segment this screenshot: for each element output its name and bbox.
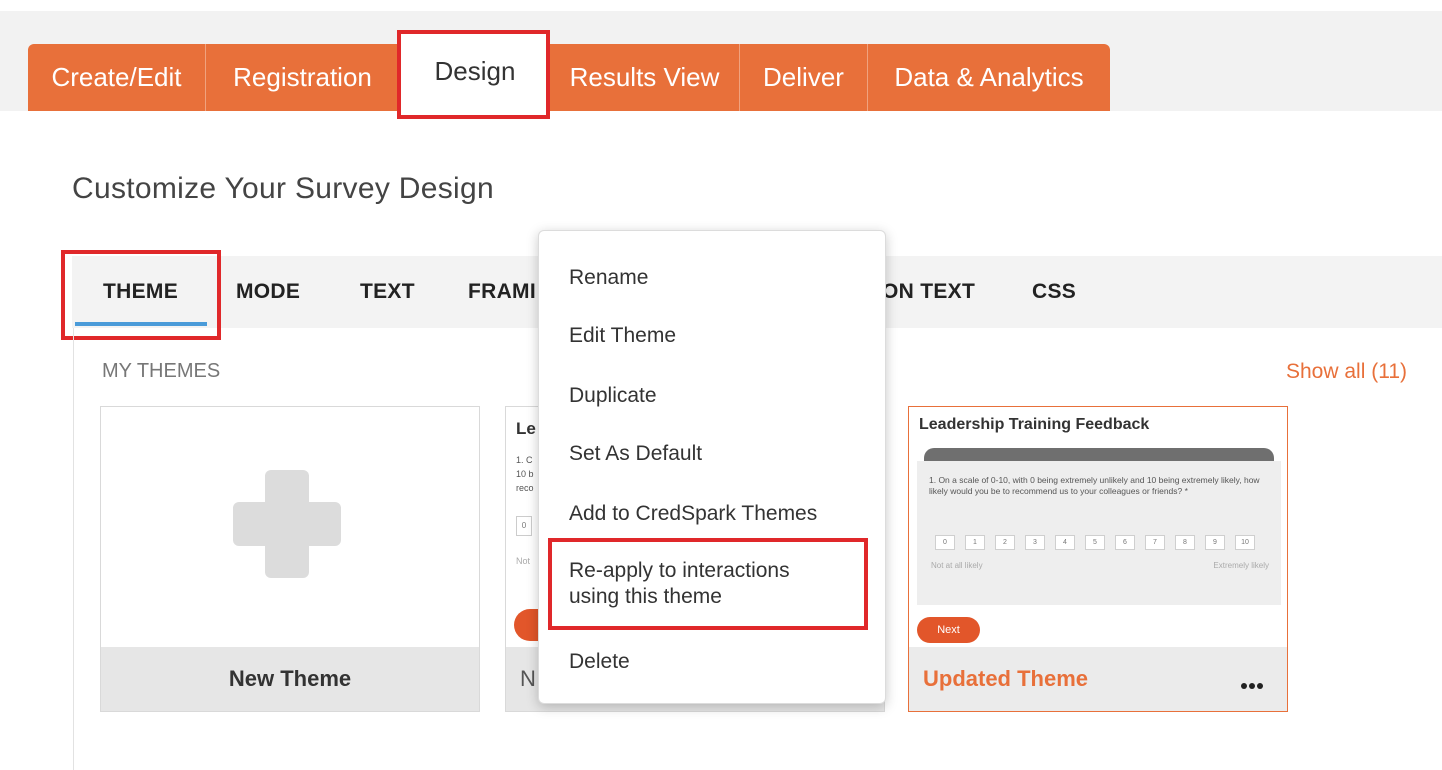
scale-option: 4 bbox=[1055, 535, 1075, 550]
tab-registration[interactable]: Registration bbox=[206, 44, 400, 111]
scale-option: 10 bbox=[1235, 535, 1255, 550]
main-tab-bar: Create/Edit Registration Design Results … bbox=[28, 32, 1110, 111]
scale-high-label: Extremely likely bbox=[1213, 561, 1269, 570]
scale-option: 0 bbox=[935, 535, 955, 550]
subtab-button-text[interactable]: ON TEXT bbox=[882, 256, 975, 328]
card-footer: Updated Theme bbox=[909, 647, 1287, 711]
tab-results-view[interactable]: Results View bbox=[550, 44, 740, 111]
next-button[interactable]: Next bbox=[917, 617, 980, 643]
updated-theme-card[interactable]: Leadership Training Feedback 1. On a sca… bbox=[908, 406, 1288, 712]
new-theme-card[interactable]: New Theme bbox=[100, 406, 480, 712]
tab-deliver[interactable]: Deliver bbox=[740, 44, 868, 111]
menu-item-add-to-credspark-themes[interactable]: Add to CredSpark Themes bbox=[569, 501, 817, 527]
card-label: New Theme bbox=[228, 666, 352, 691]
menu-item-label: using this theme bbox=[569, 585, 722, 608]
menu-item-delete[interactable]: Delete bbox=[569, 649, 630, 675]
theme-context-menu: Rename Edit Theme Duplicate Set As Defau… bbox=[538, 230, 886, 704]
preview-question: 1. On a scale of 0-10, with 0 being extr… bbox=[929, 475, 1260, 496]
subtab-mode[interactable]: MODE bbox=[236, 256, 300, 328]
scale-option: 9 bbox=[1205, 535, 1225, 550]
subtab-css[interactable]: CSS bbox=[1032, 256, 1076, 328]
menu-item-edit-theme[interactable]: Edit Theme bbox=[569, 323, 676, 349]
more-horizontal-icon[interactable] bbox=[1241, 676, 1265, 694]
menu-item-reapply-to-interactions[interactable]: Re-apply to interactions using this them… bbox=[569, 558, 790, 610]
card-label: Updated Theme bbox=[923, 666, 1089, 691]
scale-low-label: Not at all likely bbox=[931, 561, 983, 570]
left-margin bbox=[0, 111, 28, 770]
preview-title: Leadership Training Feedback bbox=[919, 416, 1150, 433]
scale-option: 8 bbox=[1175, 535, 1195, 550]
scale-option: 6 bbox=[1115, 535, 1135, 550]
content-divider bbox=[73, 328, 74, 770]
menu-item-set-as-default[interactable]: Set As Default bbox=[569, 441, 702, 467]
preview-title: Le bbox=[516, 419, 536, 438]
card-label: N bbox=[520, 666, 536, 691]
menu-item-label: Re-apply to interactions bbox=[569, 559, 790, 582]
subtab-frame[interactable]: FRAMI bbox=[468, 256, 536, 328]
scale-option: 7 bbox=[1145, 535, 1165, 550]
tab-create-edit[interactable]: Create/Edit bbox=[28, 44, 206, 111]
tab-design[interactable]: Design bbox=[400, 32, 550, 111]
subtab-theme[interactable]: THEME bbox=[103, 256, 178, 328]
scale-option: 3 bbox=[1025, 535, 1045, 550]
tab-data-analytics[interactable]: Data & Analytics bbox=[868, 44, 1110, 111]
scale-option: 5 bbox=[1085, 535, 1105, 550]
subtab-text[interactable]: TEXT bbox=[360, 256, 415, 328]
scale-option: 1 bbox=[965, 535, 985, 550]
top-band bbox=[0, 0, 1442, 11]
my-themes-label: MY THEMES bbox=[102, 360, 221, 382]
active-subtab-underline bbox=[75, 322, 207, 326]
scale-option: 2 bbox=[995, 535, 1015, 550]
page-title: Customize Your Survey Design bbox=[72, 172, 494, 205]
menu-item-duplicate[interactable]: Duplicate bbox=[569, 383, 657, 409]
menu-item-rename[interactable]: Rename bbox=[569, 265, 648, 291]
preview-question-box: 1. On a scale of 0-10, with 0 being extr… bbox=[917, 461, 1281, 605]
show-all-link[interactable]: Show all (11) bbox=[1286, 360, 1407, 384]
card-footer: New Theme bbox=[101, 647, 479, 711]
